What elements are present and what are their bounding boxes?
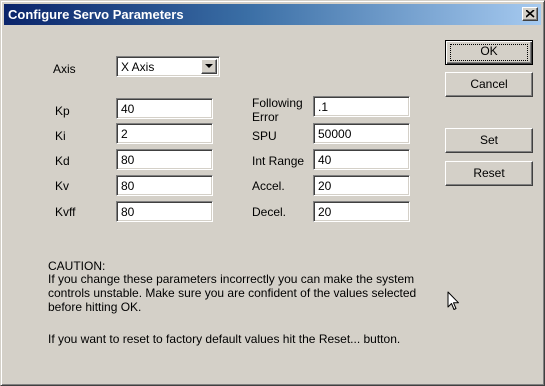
chevron-down-icon — [205, 64, 213, 68]
caution-line-1: If you change these parameters incorrect… — [48, 272, 415, 286]
int-range-field[interactable]: 40 — [313, 149, 410, 170]
decel-label: Decel. — [252, 205, 287, 219]
int-range-label: Int Range — [252, 154, 305, 168]
kp-label: Kp — [55, 104, 70, 118]
axis-select-value: X Axis — [121, 60, 155, 74]
close-icon — [526, 10, 535, 18]
following-error-label-line2: Error — [252, 110, 279, 124]
kv-field[interactable]: 80 — [116, 175, 213, 196]
axis-select[interactable]: X Axis — [116, 56, 220, 77]
cancel-button[interactable]: Cancel — [445, 72, 533, 97]
configure-servo-dialog: Configure Servo Parameters Axis X Axis K… — [0, 0, 545, 386]
set-button[interactable]: Set — [445, 128, 533, 153]
accel-label: Accel. — [252, 179, 285, 193]
mouse-pointer-icon — [447, 291, 459, 310]
ok-button[interactable]: OK — [445, 40, 533, 65]
caution-heading: CAUTION: — [48, 259, 106, 273]
spu-field[interactable]: 50000 — [313, 123, 410, 144]
ok-button-label: OK — [480, 44, 498, 58]
close-button[interactable] — [522, 7, 538, 21]
kd-label: Kd — [55, 154, 70, 168]
caution-line-4: If you want to reset to factory default … — [48, 332, 401, 346]
kv-label: Kv — [55, 179, 70, 193]
kd-field[interactable]: 80 — [116, 149, 213, 170]
window-title: Configure Servo Parameters — [8, 7, 184, 22]
decel-field[interactable]: 20 — [313, 201, 410, 222]
caution-line-3: before hitting OK. — [48, 300, 142, 314]
axis-label: Axis — [53, 62, 76, 76]
reset-button[interactable]: Reset — [445, 161, 533, 186]
spu-label: SPU — [252, 129, 277, 143]
kp-field[interactable]: 40 — [116, 98, 213, 119]
accel-field[interactable]: 20 — [313, 175, 410, 196]
following-error-field[interactable]: .1 — [313, 96, 410, 117]
ki-field[interactable]: 2 — [116, 123, 213, 144]
kvff-label: Kvff — [55, 205, 76, 219]
axis-dropdown-button[interactable] — [201, 59, 217, 74]
ki-label: Ki — [55, 129, 66, 143]
caution-line-2: controls unstable. Make sure you are con… — [48, 286, 417, 300]
following-error-label-line1: Following — [252, 96, 303, 110]
kvff-field[interactable]: 80 — [116, 201, 213, 222]
title-bar[interactable]: Configure Servo Parameters — [4, 4, 541, 25]
